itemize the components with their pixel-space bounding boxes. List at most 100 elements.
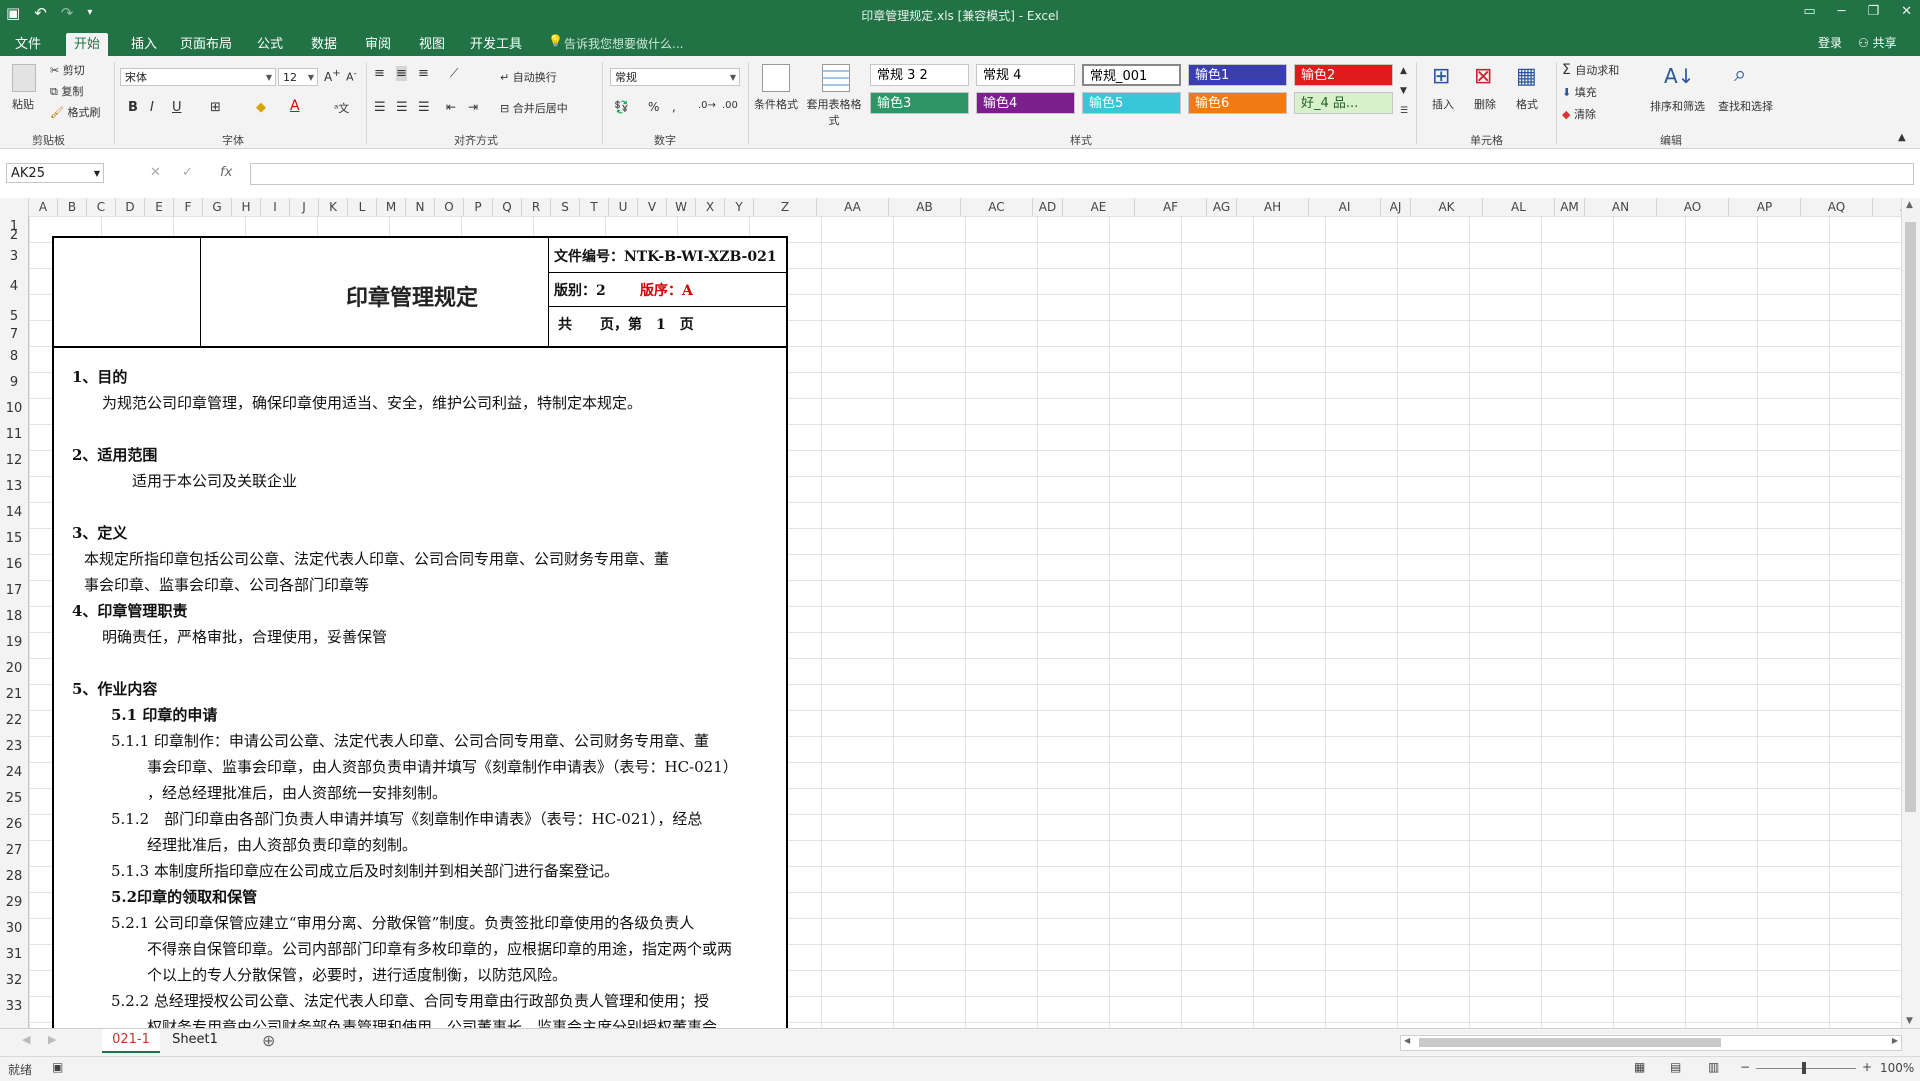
- wrap-text-button[interactable]: ↵ 自动换行: [500, 69, 557, 85]
- row-header[interactable]: 10: [0, 401, 28, 416]
- scroll-left-icon[interactable]: ◀: [1404, 1036, 1410, 1045]
- tab-view[interactable]: 视图: [412, 33, 452, 56]
- ribbon-display-icon[interactable]: ▭: [1803, 4, 1815, 19]
- table-format-icon[interactable]: [822, 64, 850, 92]
- column-header[interactable]: AE: [1063, 198, 1135, 216]
- column-header[interactable]: M: [377, 198, 406, 216]
- column-header[interactable]: AJ: [1381, 198, 1411, 216]
- find-select-button[interactable]: 查找和选择: [1718, 98, 1773, 114]
- font-name-select[interactable]: 宋体 ▼: [120, 68, 276, 86]
- decrease-indent-icon[interactable]: ⇤: [446, 100, 456, 114]
- insert-button[interactable]: 插入: [1432, 96, 1454, 112]
- column-header[interactable]: AO: [1657, 198, 1729, 216]
- orientation-icon[interactable]: ⟋: [450, 66, 458, 81]
- name-box[interactable]: AK25 ▼: [6, 163, 104, 183]
- column-header[interactable]: Y: [725, 198, 754, 216]
- tab-page-layout[interactable]: 页面布局: [176, 33, 236, 56]
- italic-icon[interactable]: I: [150, 100, 154, 115]
- column-header[interactable]: AQ: [1801, 198, 1873, 216]
- row-header[interactable]: 16: [0, 557, 28, 572]
- collapse-ribbon-icon[interactable]: ▲: [1898, 132, 1906, 143]
- scroll-down-icon[interactable]: ▼: [1906, 1016, 1913, 1026]
- zoom-level[interactable]: 100%: [1880, 1061, 1914, 1075]
- column-header[interactable]: W: [667, 198, 696, 216]
- page-break-view-icon[interactable]: ▥: [1708, 1060, 1719, 1074]
- column-header[interactable]: AL: [1483, 198, 1555, 216]
- row-header[interactable]: 24: [0, 765, 28, 780]
- row-header[interactable]: 21: [0, 687, 28, 702]
- column-header[interactable]: AG: [1207, 198, 1237, 216]
- row-header[interactable]: 25: [0, 791, 28, 806]
- sheet-tab-021-1[interactable]: 021-1: [102, 1029, 160, 1053]
- row-header[interactable]: 8: [0, 349, 28, 364]
- cell-style-item[interactable]: 输色6: [1188, 92, 1287, 114]
- column-header[interactable]: S: [551, 198, 580, 216]
- horizontal-scroll-thumb[interactable]: [1419, 1038, 1721, 1047]
- tab-developer[interactable]: 开发工具: [466, 33, 526, 56]
- row-header[interactable]: 19: [0, 635, 28, 650]
- align-left-icon[interactable]: ☰: [374, 100, 386, 115]
- row-header[interactable]: 12: [0, 453, 28, 468]
- column-header[interactable]: L: [348, 198, 377, 216]
- column-header[interactable]: V: [638, 198, 667, 216]
- tab-review[interactable]: 审阅: [358, 33, 398, 56]
- column-header[interactable]: AC: [961, 198, 1033, 216]
- column-header[interactable]: A: [29, 198, 58, 216]
- phonetic-icon[interactable]: ᵃ文: [334, 100, 349, 116]
- comma-icon[interactable]: ,: [672, 100, 676, 114]
- sign-in-link[interactable]: 登录: [1818, 34, 1842, 51]
- align-bottom-icon[interactable]: ≡: [418, 66, 429, 81]
- borders-icon[interactable]: ⊞: [210, 100, 221, 115]
- column-header[interactable]: E: [145, 198, 174, 216]
- align-top-icon[interactable]: ≡: [374, 66, 385, 81]
- gallery-more-icon[interactable]: ☰: [1400, 106, 1408, 116]
- page-layout-view-icon[interactable]: ▤: [1670, 1060, 1681, 1074]
- row-header[interactable]: 4: [0, 279, 28, 294]
- decrease-decimal-icon[interactable]: .00: [722, 100, 738, 111]
- row-header[interactable]: 11: [0, 427, 28, 442]
- horizontal-scrollbar[interactable]: ◀ ▶: [1400, 1035, 1902, 1051]
- tell-me-search[interactable]: 告诉我您想要做什么...: [564, 35, 683, 52]
- paste-icon[interactable]: [12, 64, 36, 92]
- row-header[interactable]: 28: [0, 869, 28, 884]
- cell-style-item[interactable]: 输色5: [1082, 92, 1181, 114]
- column-header[interactable]: B: [58, 198, 87, 216]
- gallery-down-icon[interactable]: ▼: [1400, 86, 1407, 96]
- share-button[interactable]: ⚇ 共享: [1858, 34, 1897, 51]
- column-header[interactable]: AI: [1309, 198, 1381, 216]
- vertical-scrollbar[interactable]: ▲ ▼: [1901, 198, 1920, 1028]
- column-header[interactable]: R: [522, 198, 551, 216]
- scroll-right-icon[interactable]: ▶: [1892, 1036, 1898, 1045]
- column-header[interactable]: AB: [889, 198, 961, 216]
- close-icon[interactable]: ✕: [1901, 4, 1912, 19]
- cell-style-item[interactable]: 输色4: [976, 92, 1075, 114]
- row-header[interactable]: 17: [0, 583, 28, 598]
- cell-style-item[interactable]: 输色3: [870, 92, 969, 114]
- row-header[interactable]: 31: [0, 947, 28, 962]
- cell-style-item[interactable]: 输色2: [1294, 64, 1393, 86]
- delete-button[interactable]: 删除: [1474, 96, 1496, 112]
- underline-icon[interactable]: U: [172, 100, 182, 115]
- sort-filter-icon[interactable]: A↓: [1664, 64, 1694, 88]
- column-header[interactable]: Q: [493, 198, 522, 216]
- tab-data[interactable]: 数据: [304, 33, 344, 56]
- row-header[interactable]: 3: [0, 249, 28, 264]
- row-header[interactable]: 27: [0, 843, 28, 858]
- font-size-select[interactable]: 12 ▼: [278, 68, 318, 86]
- row-header[interactable]: 23: [0, 739, 28, 754]
- scroll-up-icon[interactable]: ▲: [1906, 200, 1913, 210]
- column-header[interactable]: I: [261, 198, 290, 216]
- fill-button[interactable]: ⬇ 填充: [1562, 84, 1597, 100]
- currency-icon[interactable]: 💱: [614, 100, 629, 114]
- align-center-icon[interactable]: ☰: [396, 100, 408, 115]
- zoom-in-icon[interactable]: +: [1862, 1060, 1872, 1074]
- merge-center-button[interactable]: ⊟ 合并后居中: [500, 100, 568, 116]
- cell-style-item[interactable]: 常规 3 2: [870, 64, 969, 86]
- macro-record-icon[interactable]: ▣: [52, 1060, 63, 1074]
- increase-decimal-icon[interactable]: .0→: [698, 100, 716, 111]
- row-header[interactable]: 7: [0, 327, 28, 342]
- row-header[interactable]: 9: [0, 375, 28, 390]
- format-cells-icon[interactable]: ▦: [1516, 64, 1537, 89]
- cut-button[interactable]: ✂ 剪切: [50, 62, 85, 78]
- row-header[interactable]: 26: [0, 817, 28, 832]
